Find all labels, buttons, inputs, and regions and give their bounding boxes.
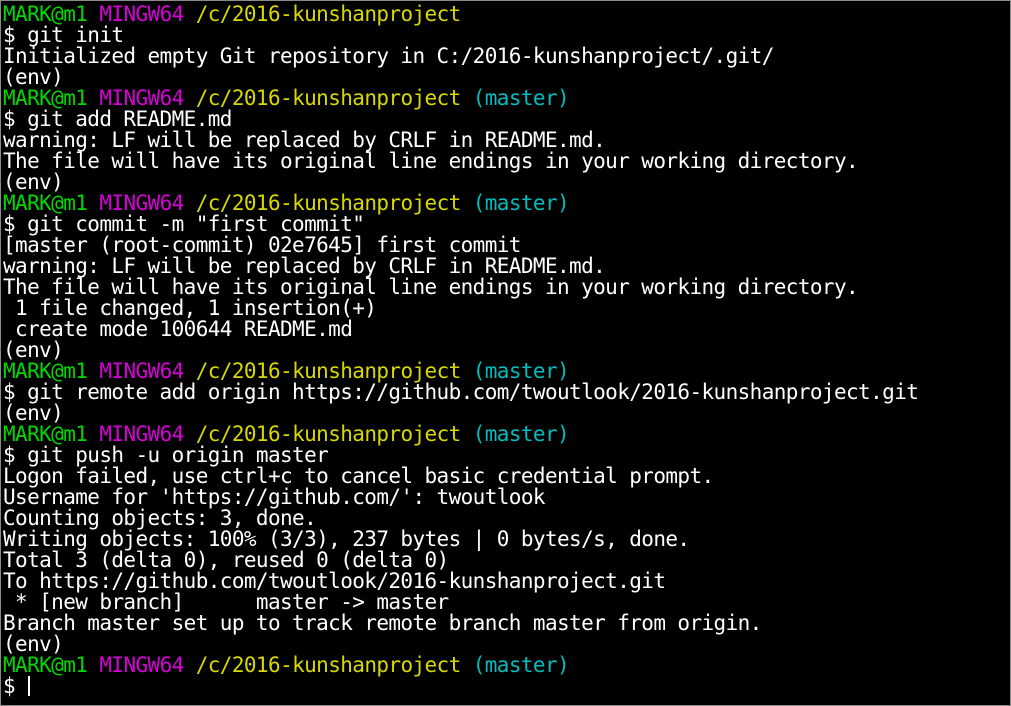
output-line: * [new branch] master -> master [3,592,1008,613]
output-text: Initialized empty Git repository in C:/2… [3,44,774,68]
output-line: The file will have its original line end… [3,277,1008,298]
prompt-line: MARK@m1 MINGW64 /c/2016-kunshanproject (… [3,193,1008,214]
output-line: (env) [3,67,1008,88]
command-line: $ git push -u origin master [3,445,1008,466]
prompt-path: /c/2016-kunshanproject [195,2,462,26]
output-line: Writing objects: 100% (3/3), 237 bytes |… [3,529,1008,550]
prompt-branch: (master) [472,422,570,446]
command-input-line[interactable]: $ [3,676,1008,697]
prompt-line: MARK@m1 MINGW64 /c/2016-kunshanproject (… [3,88,1008,109]
prompt-branch: (master) [472,86,570,110]
text-cursor [28,676,31,696]
prompt-system: MINGW64 [99,653,184,677]
command-line: $ git remote add origin https://github.c… [3,382,1008,403]
output-line: warning: LF will be replaced by CRLF in … [3,130,1008,151]
output-line: The file will have its original line end… [3,151,1008,172]
output-line: Counting objects: 3, done. [3,508,1008,529]
output-text: The file will have its original line end… [3,149,859,173]
output-line: warning: LF will be replaced by CRLF in … [3,256,1008,277]
output-line: (env) [3,403,1008,424]
prompt-line: MARK@m1 MINGW64 /c/2016-kunshanproject (… [3,655,1008,676]
output-text: Branch master set up to track remote bra… [3,611,762,635]
command-line: $ git commit -m "first commit" [3,214,1008,235]
prompt-line: MARK@m1 MINGW64 /c/2016-kunshanproject (… [3,361,1008,382]
output-line: (env) [3,172,1008,193]
prompt-branch: (master) [472,653,570,677]
command-text: $ git remote add origin https://github.c… [3,380,919,404]
output-line: Username for 'https://github.com/': twou… [3,487,1008,508]
terminal-window: MARK@m1 MINGW64 /c/2016-kunshanproject $ … [0,0,1011,706]
output-line: 1 file changed, 1 insertion(+) [3,298,1008,319]
command-line: $ git add README.md [3,109,1008,130]
output-line: Logon failed, use ctrl+c to cancel basic… [3,466,1008,487]
input-prompt-symbol: $ [3,674,28,698]
terminal-output[interactable]: MARK@m1 MINGW64 /c/2016-kunshanproject $ … [3,4,1008,705]
output-line: (env) [3,340,1008,361]
prompt-branch: (master) [472,191,570,215]
output-line: Total 3 (delta 0), reused 0 (delta 0) [3,550,1008,571]
prompt-path: /c/2016-kunshanproject [195,653,462,677]
prompt-line: MARK@m1 MINGW64 /c/2016-kunshanproject (… [3,424,1008,445]
output-line: create mode 100644 README.md [3,319,1008,340]
output-line: [master (root-commit) 02e7645] first com… [3,235,1008,256]
output-line: (env) [3,634,1008,655]
command-line: $ git init [3,25,1008,46]
output-line: Branch master set up to track remote bra… [3,613,1008,634]
output-line: Initialized empty Git repository in C:/2… [3,46,1008,67]
prompt-line: MARK@m1 MINGW64 /c/2016-kunshanproject [3,4,1008,25]
output-line: To https://github.com/twoutlook/2016-kun… [3,571,1008,592]
prompt-path: /c/2016-kunshanproject [195,86,462,110]
